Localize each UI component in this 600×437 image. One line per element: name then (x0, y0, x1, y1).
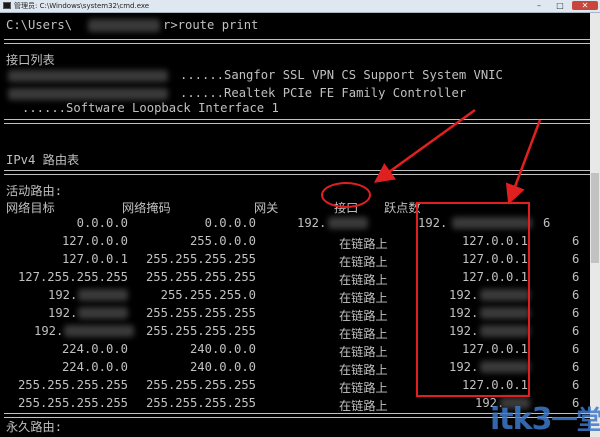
scrollbar-thumb[interactable] (591, 173, 599, 263)
vertical-scrollbar[interactable] (590, 13, 600, 437)
watermark-cn: 一堂课 (551, 406, 600, 436)
annotation-arrows (373, 108, 542, 205)
site-watermark: itk3一堂课 (490, 400, 600, 437)
arrow-to-interface-column (505, 119, 542, 205)
watermark-latin: itk3 (490, 402, 552, 437)
arrow-to-interface-header (373, 108, 476, 183)
